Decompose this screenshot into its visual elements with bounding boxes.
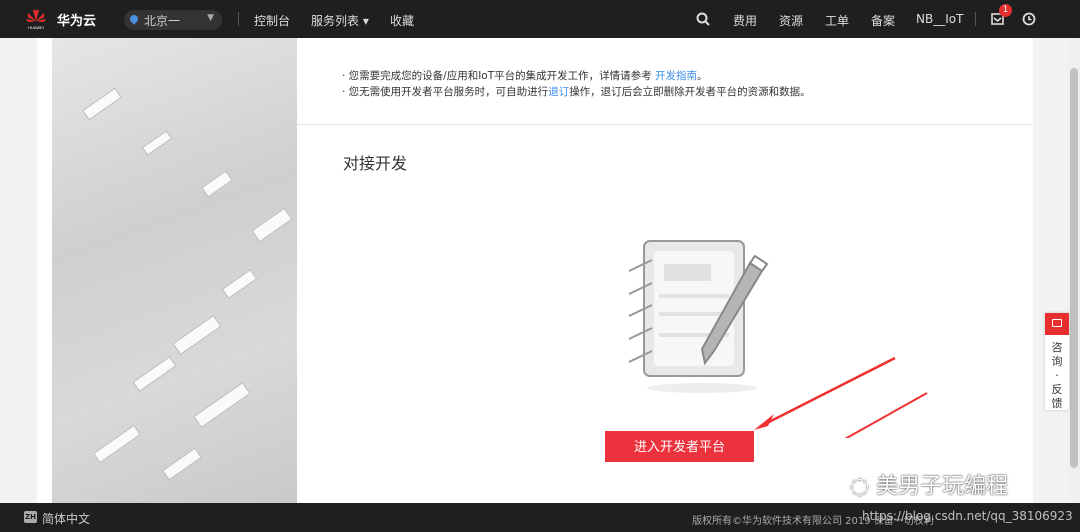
svg-text:HUAWEI: HUAWEI xyxy=(28,25,44,30)
nav-resources[interactable]: 资源 xyxy=(779,12,803,29)
main-content: · 您需要完成您的设备/应用和IoT平台的集成开发工作，详情请参考 开发指南。 … xyxy=(37,38,1033,503)
section-title: 对接开发 xyxy=(343,154,408,173)
notification-badge: 1 xyxy=(999,4,1012,17)
huawei-logo-icon[interactable]: HUAWEI xyxy=(24,7,48,31)
nav-account[interactable]: NB__IoT xyxy=(916,12,963,26)
language-icon: ZH xyxy=(24,511,37,523)
clock-icon[interactable] xyxy=(1022,12,1036,26)
scrollbar-thumb[interactable] xyxy=(1070,68,1078,468)
location-pin-icon xyxy=(128,13,140,25)
url-watermark: https://blog.csdn.net/qq_38106923 xyxy=(862,509,1073,523)
wechat-icon: ◌ xyxy=(850,474,870,499)
wechat-watermark: ◌ 美男子玩编程 xyxy=(850,474,1009,499)
divider xyxy=(297,124,1033,125)
top-nav-bar: HUAWEI 华为云 北京一 ▼ 控制台 服务列表 ▾ 收藏 费用 资源 工单 备… xyxy=(0,0,1080,38)
notice-text: · 您需要完成您的设备/应用和IoT平台的集成开发工作，详情请参考 开发指南。 … xyxy=(342,70,811,98)
language-selector[interactable]: 简体中文 xyxy=(42,510,90,527)
chevron-down-icon: ▼ xyxy=(207,13,214,23)
nav-tickets[interactable]: 工单 xyxy=(825,12,849,29)
nav-favorites[interactable]: 收藏 xyxy=(390,12,414,29)
red-arrow-annotation xyxy=(754,356,896,430)
feedback-label: 咨询·反馈 xyxy=(1051,341,1063,410)
nav-billing[interactable]: 费用 xyxy=(733,12,757,29)
dev-guide-link[interactable]: 开发指南 xyxy=(655,70,697,82)
scrollbar[interactable] xyxy=(1068,38,1080,503)
region-selector[interactable]: 北京一 ▼ xyxy=(124,10,222,30)
region-label: 北京一 xyxy=(144,14,181,28)
chat-icon xyxy=(1045,313,1069,335)
footer: ZH 简体中文 版权所有©华为软件技术有限公司 2019 保留一切权利 http… xyxy=(0,503,1080,532)
unsubscribe-link[interactable]: 退订 xyxy=(548,86,569,98)
nav-icp[interactable]: 备案 xyxy=(871,12,895,29)
divider xyxy=(238,12,239,26)
feedback-widget[interactable]: 咨询·反馈 xyxy=(1045,313,1069,410)
nav-console[interactable]: 控制台 xyxy=(254,12,290,29)
search-icon[interactable] xyxy=(696,12,710,26)
nav-service-list[interactable]: 服务列表 ▾ xyxy=(311,12,369,29)
enter-developer-platform-button[interactable]: 进入开发者平台 xyxy=(605,431,754,462)
decorative-banner-image xyxy=(52,38,297,503)
brand-name: 华为云 xyxy=(57,14,97,29)
divider xyxy=(975,12,976,26)
